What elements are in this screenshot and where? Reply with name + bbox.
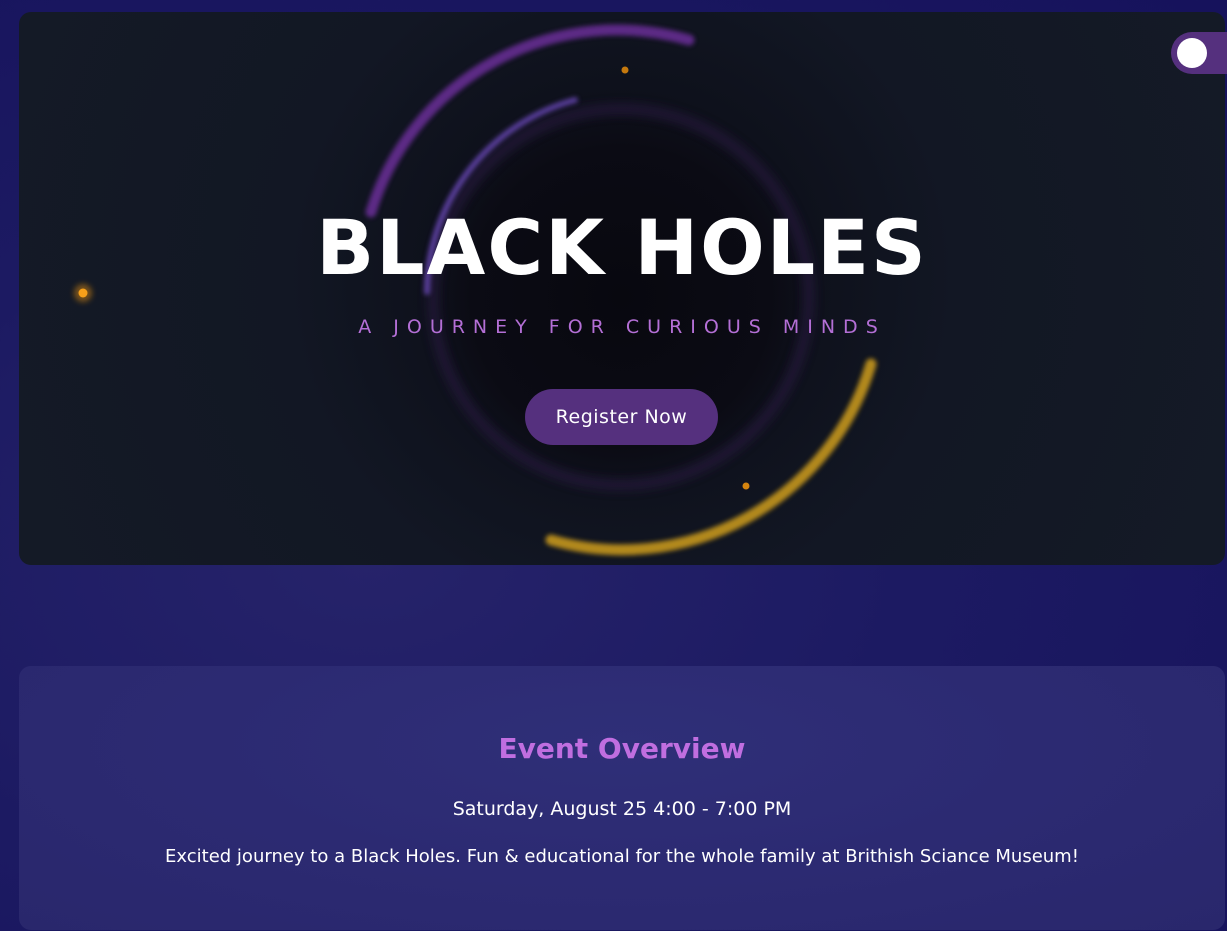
event-description: Excited journey to a Black Holes. Fun & … bbox=[165, 846, 1079, 867]
toggle-knob bbox=[1177, 38, 1207, 68]
event-date: Saturday, August 25 4:00 - 7:00 PM bbox=[452, 798, 792, 820]
overview-title: Event Overview bbox=[498, 732, 746, 765]
event-overview-card: Event Overview Saturday, August 25 4:00 … bbox=[19, 666, 1225, 930]
hero-title: BLACK HOLES bbox=[316, 203, 928, 292]
star bbox=[742, 482, 750, 490]
star bbox=[621, 66, 629, 74]
hero-section: BLACK HOLES A JOURNEY FOR CURIOUS MINDS … bbox=[19, 12, 1225, 565]
theme-toggle[interactable] bbox=[1171, 32, 1227, 74]
register-button[interactable]: Register Now bbox=[525, 389, 718, 445]
hero-subtitle: A JOURNEY FOR CURIOUS MINDS bbox=[358, 316, 886, 338]
